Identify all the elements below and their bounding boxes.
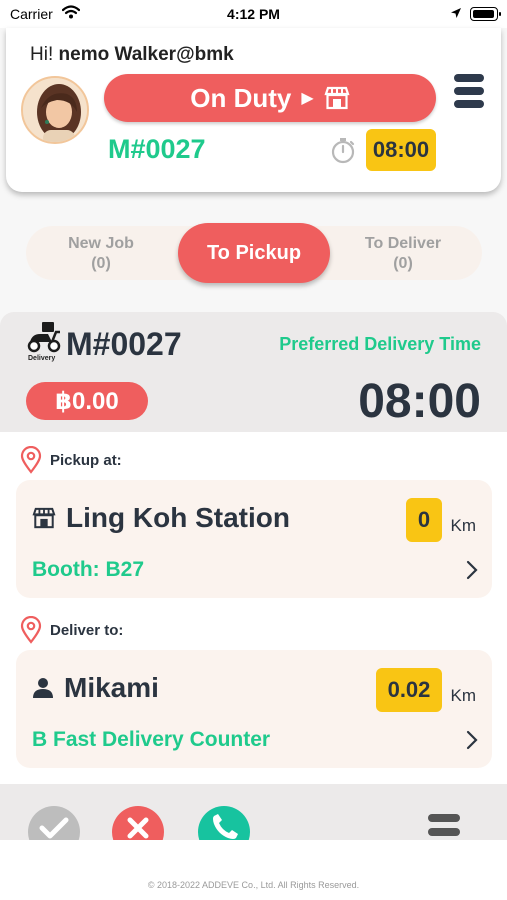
tab-new-job-count: (0) — [91, 255, 111, 272]
footer: © 2018-2022 ADDEVE Co., Ltd. All Rights … — [0, 840, 507, 900]
profile-card: Hi! nemo Walker@bmk On Duty ▶ M#0027 08:… — [6, 28, 501, 192]
on-duty-button[interactable]: On Duty ▶ — [104, 74, 436, 122]
preferred-delivery-label: Preferred Delivery Time — [279, 334, 481, 354]
pickup-card[interactable]: Ling Koh Station Booth: B27 0 Km — [16, 480, 492, 598]
store-icon — [324, 86, 350, 110]
phone-icon — [213, 814, 238, 839]
copyright-text: © 2018-2022 ADDEVE Co., Ltd. All Rights … — [147, 880, 360, 890]
tab-new-job[interactable]: New Job (0) — [36, 234, 166, 274]
header-time-badge: 08:00 — [366, 129, 436, 171]
map-pin-icon — [20, 616, 42, 644]
deliver-distance: 0.02 — [376, 668, 442, 712]
price-badge: ฿0.00 — [26, 382, 148, 420]
tab-to-pickup-label: To Pickup — [206, 241, 302, 264]
check-icon — [39, 817, 69, 839]
menu-icon[interactable] — [454, 74, 484, 110]
deliver-section-label: Deliver to: — [20, 616, 123, 644]
map-pin-icon — [20, 446, 42, 474]
close-icon — [127, 817, 149, 839]
more-menu-icon[interactable] — [428, 814, 460, 840]
pickup-name: Ling Koh Station — [66, 502, 290, 533]
reject-button[interactable] — [112, 806, 164, 840]
greeting: Hi! nemo Walker@bmk — [30, 44, 234, 66]
deliver-name: Mikami — [64, 672, 159, 703]
avatar[interactable] — [21, 76, 89, 144]
deliver-card[interactable]: Mikami B Fast Delivery Counter 0.02 Km — [16, 650, 492, 768]
status-bar: Carrier 4:12 PM — [0, 0, 507, 28]
person-icon — [33, 678, 53, 698]
store-icon — [32, 507, 56, 529]
tab-new-job-label: New Job — [68, 235, 134, 252]
tab-to-deliver[interactable]: To Deliver (0) — [338, 234, 468, 274]
pickup-title: Ling Koh Station — [32, 502, 290, 534]
order-header: Delivery M#0027 Preferred Delivery Time … — [0, 312, 507, 432]
tab-to-pickup[interactable]: To Pickup — [178, 223, 330, 283]
pickup-section-label: Pickup at: — [20, 446, 122, 474]
preferred-delivery-time: 08:00 — [358, 375, 481, 428]
greeting-prefix: Hi! — [30, 44, 54, 65]
action-bar — [0, 784, 507, 840]
battery-icon — [470, 7, 501, 21]
play-arrow-icon: ▶ — [301, 90, 314, 107]
stopwatch-icon — [331, 138, 355, 164]
deliver-location: B Fast Delivery Counter — [32, 728, 271, 751]
pickup-distance-unit: Km — [450, 516, 477, 535]
pickup-distance: 0 — [406, 498, 442, 542]
scooter-icon — [27, 322, 61, 353]
current-order-number: M#0027 — [108, 134, 206, 164]
tab-to-deliver-count: (0) — [393, 255, 413, 272]
chevron-right-icon — [466, 560, 478, 580]
chevron-right-icon — [466, 730, 478, 750]
on-duty-label: On Duty — [190, 82, 292, 113]
user-name: nemo Walker@bmk — [58, 44, 234, 65]
tab-to-deliver-label: To Deliver — [364, 235, 442, 252]
clock: 4:12 PM — [227, 6, 280, 22]
deliver-title: Mikami — [32, 672, 159, 704]
call-button[interactable] — [198, 806, 250, 840]
order-id: M#0027 — [66, 326, 182, 362]
pickup-booth: Booth: B27 — [32, 558, 144, 581]
delivery-type-label: Delivery — [28, 355, 56, 362]
avatar-image — [23, 78, 87, 142]
route-section: Pickup at: Ling Koh Station Booth: B27 0… — [0, 432, 507, 784]
deliver-distance-unit: Km — [450, 686, 477, 705]
location-arrow-icon — [451, 8, 461, 18]
accept-button[interactable] — [28, 806, 80, 840]
